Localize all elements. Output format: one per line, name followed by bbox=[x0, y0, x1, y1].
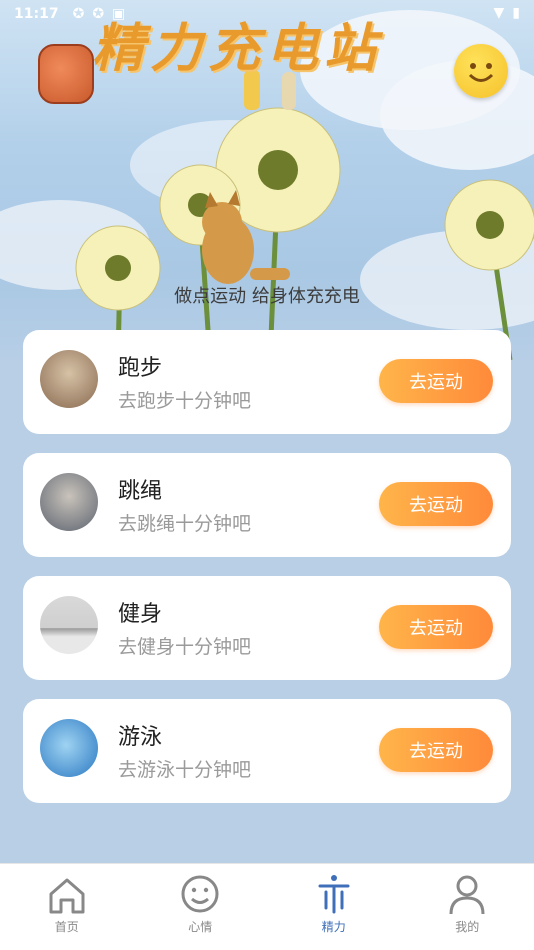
swimming-thumbnail bbox=[40, 719, 98, 777]
activity-title: 跳绳 bbox=[118, 479, 163, 504]
activity-list: 跑步 去跑步十分钟吧 去运动 跳绳 去跳绳十分钟吧 去运动 健身 去健身十分钟吧… bbox=[23, 330, 511, 822]
person-icon bbox=[449, 875, 485, 915]
tab-label: 精力 bbox=[321, 920, 346, 934]
smile-icon bbox=[181, 875, 219, 913]
activity-title: 游泳 bbox=[118, 725, 163, 750]
home-icon bbox=[49, 878, 85, 914]
jump-rope-thumbnail bbox=[40, 473, 98, 531]
activity-card-swimming: 游泳 去游泳十分钟吧 去运动 bbox=[23, 699, 511, 803]
battery-icon: ▮ bbox=[512, 5, 520, 21]
app-title: 精力充电站 bbox=[92, 19, 383, 79]
go-exercise-button[interactable]: 去运动 bbox=[379, 728, 493, 772]
activity-card-fitness: 健身 去健身十分钟吧 去运动 bbox=[23, 576, 511, 680]
tab-label: 首页 bbox=[54, 920, 79, 934]
hero-subtitle: 做点运动 给身体充充电 bbox=[174, 286, 360, 307]
energy-icon bbox=[318, 875, 350, 914]
hero-banner: 11:17 ✪ ✪ ▣ ▼ ▮ 精力充电站 做点运动 给身体充充电 bbox=[0, 0, 534, 360]
sync-icon: ✪ bbox=[72, 6, 85, 22]
activity-title: 健身 bbox=[118, 602, 163, 627]
tab-home[interactable]: 首页 bbox=[0, 864, 134, 950]
tab-mood[interactable]: 心情 bbox=[134, 864, 268, 950]
running-thumbnail bbox=[40, 350, 98, 408]
activity-card-running: 跑步 去跑步十分钟吧 去运动 bbox=[23, 330, 511, 434]
go-exercise-button[interactable]: 去运动 bbox=[379, 605, 493, 649]
fitness-thumbnail bbox=[40, 596, 98, 654]
tab-energy[interactable]: 精力 bbox=[267, 864, 401, 950]
go-exercise-button[interactable]: 去运动 bbox=[379, 482, 493, 526]
go-exercise-button[interactable]: 去运动 bbox=[379, 359, 493, 403]
tab-label: 我的 bbox=[455, 920, 480, 934]
smiley-avatar[interactable] bbox=[454, 44, 508, 98]
activity-title: 跑步 bbox=[118, 356, 163, 381]
wifi-icon: ▼ bbox=[493, 5, 505, 21]
activity-subtitle: 去游泳十分钟吧 bbox=[118, 759, 252, 781]
activity-subtitle: 去跑步十分钟吧 bbox=[118, 390, 252, 412]
fist-logo bbox=[38, 44, 94, 104]
activity-card-jump-rope: 跳绳 去跳绳十分钟吧 去运动 bbox=[23, 453, 511, 557]
bottom-tab-bar: 首页 心情 精力 我的 bbox=[0, 863, 534, 950]
activity-subtitle: 去健身十分钟吧 bbox=[118, 636, 252, 658]
tab-profile[interactable]: 我的 bbox=[401, 864, 534, 950]
tab-label: 心情 bbox=[188, 920, 213, 934]
status-time: 11:17 bbox=[14, 6, 59, 22]
activity-subtitle: 去跳绳十分钟吧 bbox=[118, 513, 252, 535]
